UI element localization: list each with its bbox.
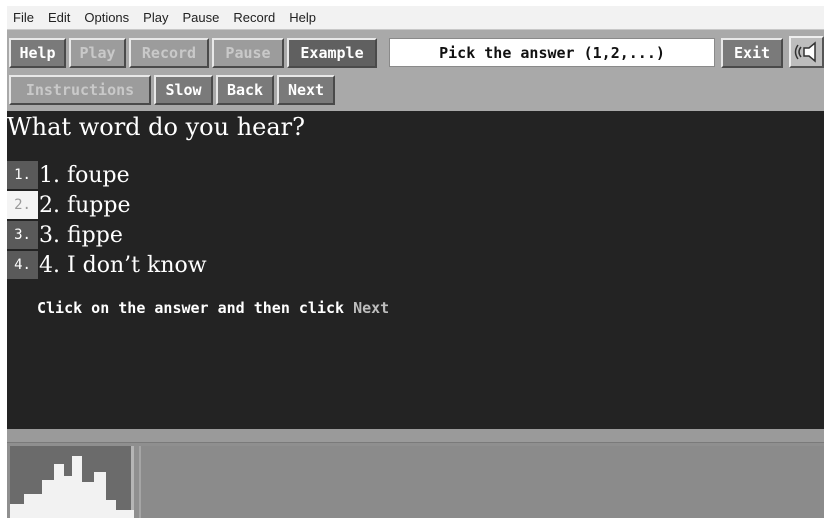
- slow-button[interactable]: Slow: [154, 75, 213, 105]
- menu-play[interactable]: Play: [143, 10, 168, 25]
- exercise-panel: What word do you hear? 1. 1. foupe 2. 2.…: [7, 111, 824, 429]
- example-button[interactable]: Example: [287, 38, 377, 68]
- back-button[interactable]: Back: [216, 75, 274, 105]
- info-panel: [139, 446, 824, 518]
- answer-label: 4. I don’t know: [39, 252, 207, 278]
- question-text: What word do you hear?: [7, 113, 306, 141]
- hint-text: Click on the answer and then click: [37, 299, 345, 317]
- help-button[interactable]: Help: [9, 38, 66, 68]
- menu-record[interactable]: Record: [233, 10, 275, 25]
- speaker-icon: [794, 41, 816, 63]
- answer-option-4[interactable]: 4. 4. I don’t know: [7, 251, 207, 279]
- menu-bar: File Edit Options Play Pause Record Help: [7, 6, 824, 30]
- menu-help[interactable]: Help: [289, 10, 316, 25]
- play-button[interactable]: Play: [69, 38, 126, 68]
- hint-next-label: Next: [353, 299, 390, 317]
- menu-options[interactable]: Options: [84, 10, 129, 25]
- menu-file[interactable]: File: [13, 10, 34, 25]
- answer-number: 1.: [7, 161, 38, 189]
- record-button[interactable]: Record: [129, 38, 209, 68]
- speaker-button[interactable]: [789, 36, 824, 68]
- instruction-hint: Click on the answer and then click Next: [37, 299, 389, 317]
- answer-label: 3. fippe: [39, 222, 123, 248]
- instructions-button[interactable]: Instructions: [9, 75, 151, 105]
- menu-edit[interactable]: Edit: [48, 10, 70, 25]
- waveform-panel: [10, 446, 134, 518]
- exit-button[interactable]: Exit: [721, 38, 783, 68]
- answer-option-3[interactable]: 3. 3. fippe: [7, 221, 123, 249]
- answer-label: 1. foupe: [39, 162, 130, 188]
- status-strip: [7, 429, 824, 443]
- pause-button[interactable]: Pause: [212, 38, 284, 68]
- answer-number: 4.: [7, 251, 38, 279]
- answer-option-1[interactable]: 1. 1. foupe: [7, 161, 130, 189]
- toolbar: Help Play Record Pause Example Pick the …: [7, 30, 824, 111]
- next-button[interactable]: Next: [277, 75, 335, 105]
- answer-number: 3.: [7, 221, 38, 249]
- status-area: [7, 429, 824, 518]
- answer-label: 2. fuppe: [39, 192, 131, 218]
- waveform-graphic: [10, 456, 134, 518]
- answer-option-2[interactable]: 2. 2. fuppe: [7, 191, 130, 219]
- answer-number: 2.: [7, 191, 38, 219]
- prompt-text: Pick the answer (1,2,...): [389, 38, 715, 67]
- menu-pause[interactable]: Pause: [182, 10, 219, 25]
